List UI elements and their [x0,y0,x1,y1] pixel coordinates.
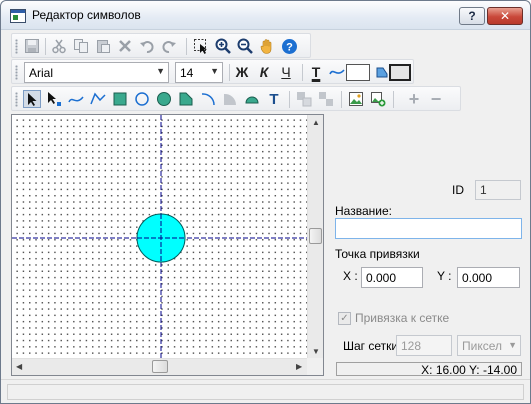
properties-panel: ID 1 Название: Точка привязки X : 0.000 … [328,114,527,376]
anchor-point-label: Точка привязки [335,247,420,261]
select-area-icon[interactable] [192,37,210,55]
font-select[interactable]: Arial ▼ [24,62,169,83]
window-title: Редактор символов [32,8,141,22]
text-tool-icon[interactable]: T [265,90,283,108]
font-size-value: 14 [180,66,194,80]
chevron-down-icon: ▼ [210,66,219,76]
line-color-swatch[interactable] [346,64,370,81]
id-field: 1 [475,180,521,200]
undo-icon[interactable] [138,37,156,55]
scroll-right-icon[interactable]: ▶ [296,362,302,371]
x-label: X : [343,269,358,283]
text-color-button[interactable]: T [306,63,326,82]
scroll-up-icon[interactable]: ▲ [312,118,320,127]
rectangle-tool-icon[interactable] [111,90,129,108]
anchor-x-input[interactable]: 0.000 [361,267,423,288]
svg-text:?: ? [286,41,293,53]
line-color-icon[interactable] [328,63,346,81]
add-image-icon[interactable] [369,90,387,108]
italic-button[interactable]: К [254,63,274,82]
vertical-scrollbar[interactable]: ▲ ▼ [307,115,323,359]
name-input[interactable] [335,218,522,239]
drawing-toolbar: T + − [11,86,461,111]
font-size-select[interactable]: 14 ▼ [175,62,223,83]
app-icon [10,9,26,23]
add-point-icon[interactable]: + [405,90,423,108]
status-bar-panel [7,384,524,400]
canvas-drawing [12,115,307,359]
drawing-canvas[interactable]: ▲ ▼ ◀ ▶ [11,114,324,376]
pan-hand-icon[interactable] [258,37,276,55]
chord-tool-icon[interactable] [243,90,261,108]
ungroup-icon[interactable] [317,90,335,108]
cursor-coordinates: X: 16.00 Y: -14.00 [421,363,517,377]
grid-unit-select[interactable]: Пиксел ▼ [457,335,521,356]
fill-color-swatch[interactable] [389,64,411,81]
zoom-out-icon[interactable] [236,37,254,55]
copy-icon[interactable] [72,37,90,55]
insert-image-icon[interactable] [347,90,365,108]
chevron-down-icon: ▼ [508,340,517,350]
toolbar-grip[interactable] [15,92,18,107]
save-icon[interactable] [23,37,41,55]
grid-unit-value: Пиксел [462,339,502,353]
grid-step-input[interactable]: 128 [396,335,452,356]
toolbar-grip[interactable] [15,39,18,54]
chevron-down-icon: ▼ [156,66,165,76]
polygon-filled-tool-icon[interactable] [177,90,195,108]
main-toolbar: ? [11,33,311,58]
anchor-y-input[interactable]: 0.000 [457,267,520,288]
arc-tool-icon[interactable] [199,90,217,108]
polyline-tool-icon[interactable] [67,90,85,108]
zoom-in-icon[interactable] [214,37,232,55]
ellipse-outline-tool-icon[interactable] [133,90,151,108]
paste-icon[interactable] [94,37,112,55]
cut-icon[interactable] [50,37,68,55]
snap-to-grid-checkbox[interactable]: ✓ [338,312,351,325]
name-label: Название: [335,204,392,218]
group-icon[interactable] [295,90,313,108]
pie-tool-icon[interactable] [221,90,239,108]
id-label: ID [452,183,464,197]
remove-point-icon[interactable]: − [427,90,445,108]
redo-icon[interactable] [160,37,178,55]
close-button[interactable]: ✕ [487,7,523,25]
underline-button[interactable]: Ч [276,63,296,82]
grid-step-label: Шаг сетки [343,339,399,353]
vertical-scroll-thumb[interactable] [309,228,322,244]
symbol-editor-window: Редактор символов ? ✕ ? Arial ▼ 14 ▼ Ж К… [0,0,531,404]
toolbar-grip[interactable] [15,65,18,80]
bold-button[interactable]: Ж [232,63,252,82]
scroll-left-icon[interactable]: ◀ [16,362,22,371]
delete-icon[interactable] [116,37,134,55]
help-title-button[interactable]: ? [459,7,485,25]
status-bar [1,379,530,403]
node-edit-tool-icon[interactable] [45,90,63,108]
snap-to-grid-label: Привязка к сетке [355,311,450,325]
pointer-tool-icon[interactable] [23,90,41,108]
help-icon[interactable]: ? [280,37,298,55]
title-bar: Редактор символов ? ✕ [1,1,530,30]
scroll-down-icon[interactable]: ▼ [312,347,320,356]
ellipse-filled-tool-icon[interactable] [155,90,173,108]
horizontal-scrollbar[interactable]: ◀ ▶ [12,358,307,375]
scrollbar-corner [307,358,323,375]
font-select-value: Arial [29,66,54,80]
horizontal-scroll-thumb[interactable] [152,360,168,373]
coords-panel: X: 16.00 Y: -14.00 [336,362,522,377]
polygon-tool-icon[interactable] [89,90,107,108]
format-toolbar: Arial ▼ 14 ▼ Ж К Ч T [11,59,414,84]
y-label: Y : [437,269,452,283]
